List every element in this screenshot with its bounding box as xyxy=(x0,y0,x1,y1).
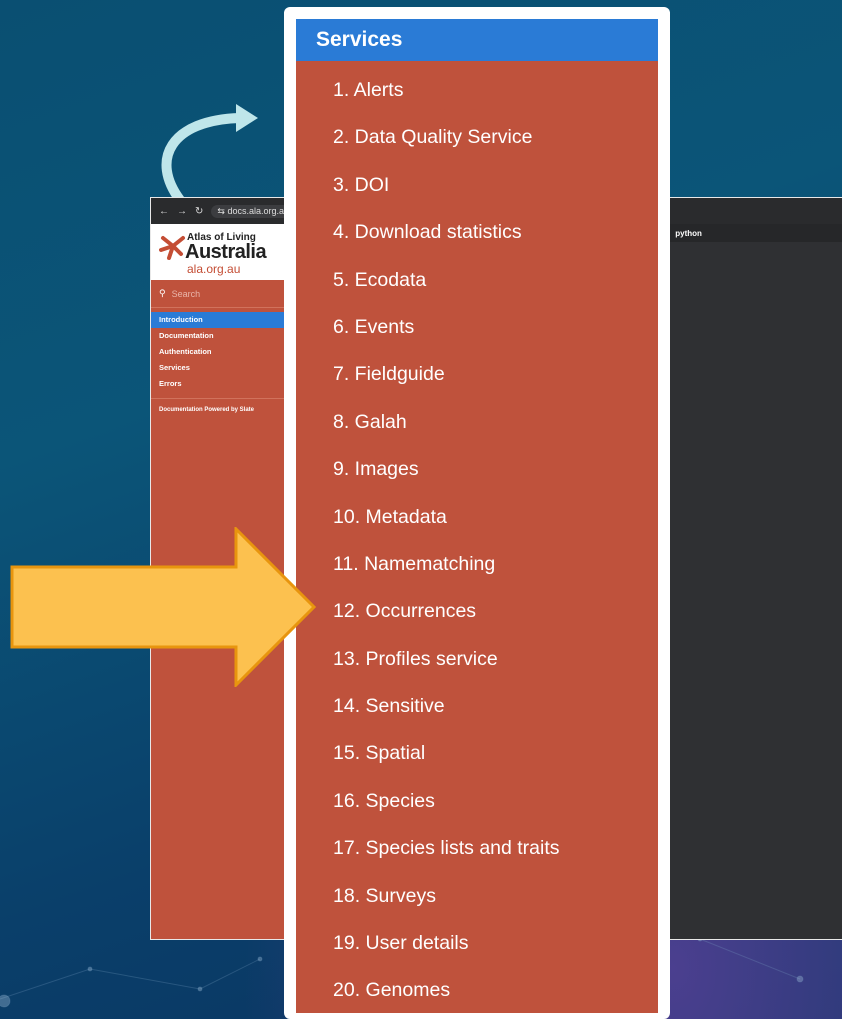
service-item-ecodata[interactable]: 5. Ecodata xyxy=(296,257,658,304)
logo-text-domain: ala.org.au xyxy=(187,262,241,276)
reload-icon[interactable]: ↻ xyxy=(195,206,203,217)
service-item-occurrences[interactable]: 12. Occurrences xyxy=(296,588,658,635)
service-item-namematching[interactable]: 11. Namematching xyxy=(296,541,658,588)
service-item-images[interactable]: 9. Images xyxy=(296,446,658,493)
service-item-fieldguide[interactable]: 7. Fieldguide xyxy=(296,351,658,398)
service-item-galah[interactable]: 8. Galah xyxy=(296,399,658,446)
nav-item-authentication[interactable]: Authentication xyxy=(151,344,289,360)
logo-text-main: Australia xyxy=(185,241,267,263)
service-item-genomes[interactable]: 20. Genomes xyxy=(296,967,658,1014)
back-icon[interactable]: ← xyxy=(159,206,169,217)
powered-by-link[interactable]: Documentation Powered by Slate xyxy=(151,399,289,421)
address-bar[interactable]: ⇆ docs.ala.org.au xyxy=(211,204,289,218)
browser-toolbar-right xyxy=(651,198,842,224)
search-placeholder: Search xyxy=(171,288,201,299)
ala-logo[interactable]: Atlas of Living Australia ala.org.au xyxy=(151,224,289,280)
nav-item-introduction[interactable]: Introduction xyxy=(151,312,289,328)
service-item-user-details[interactable]: 19. User details xyxy=(296,920,658,967)
ala-star-icon xyxy=(159,236,185,260)
service-item-profiles[interactable]: 13. Profiles service xyxy=(296,636,658,683)
services-list: 1. Alerts 2. Data Quality Service 3. DOI… xyxy=(296,61,658,1013)
service-item-species-lists[interactable]: 17. Species lists and traits xyxy=(296,825,658,872)
docs-code-pane-screenshot: shell python xyxy=(650,197,842,940)
services-title: Services xyxy=(296,19,658,61)
services-panel: Services 1. Alerts 2. Data Quality Servi… xyxy=(284,7,670,1019)
service-item-events[interactable]: 6. Events xyxy=(296,304,658,351)
pointer-arrow-icon xyxy=(10,527,317,687)
service-item-sensitive[interactable]: 14. Sensitive xyxy=(296,683,658,730)
search-icon: ⚲ xyxy=(159,288,166,298)
tab-python[interactable]: python xyxy=(675,229,702,238)
code-language-tabs: shell python xyxy=(651,224,842,242)
site-settings-icon[interactable]: ⇆ xyxy=(217,206,225,216)
browser-toolbar: ← → ↻ ⇆ docs.ala.org.au xyxy=(151,198,289,224)
service-item-download-statistics[interactable]: 4. Download statistics xyxy=(296,209,658,256)
url-text: docs.ala.org.au xyxy=(227,205,289,216)
service-item-spatial[interactable]: 15. Spatial xyxy=(296,730,658,777)
nav-item-documentation[interactable]: Documentation xyxy=(151,328,289,344)
service-item-alerts[interactable]: 1. Alerts xyxy=(296,67,658,114)
curved-arrow-icon xyxy=(161,104,258,205)
search-field[interactable]: ⚲ Search xyxy=(151,280,289,308)
service-item-data-quality[interactable]: 2. Data Quality Service xyxy=(296,114,658,161)
service-item-metadata[interactable]: 10. Metadata xyxy=(296,494,658,541)
service-item-surveys[interactable]: 18. Surveys xyxy=(296,873,658,920)
service-item-species[interactable]: 16. Species xyxy=(296,778,658,825)
service-item-doi[interactable]: 3. DOI xyxy=(296,162,658,209)
forward-icon[interactable]: → xyxy=(177,206,187,217)
nav-item-services[interactable]: Services xyxy=(151,360,289,376)
nav-item-errors[interactable]: Errors xyxy=(151,376,289,392)
